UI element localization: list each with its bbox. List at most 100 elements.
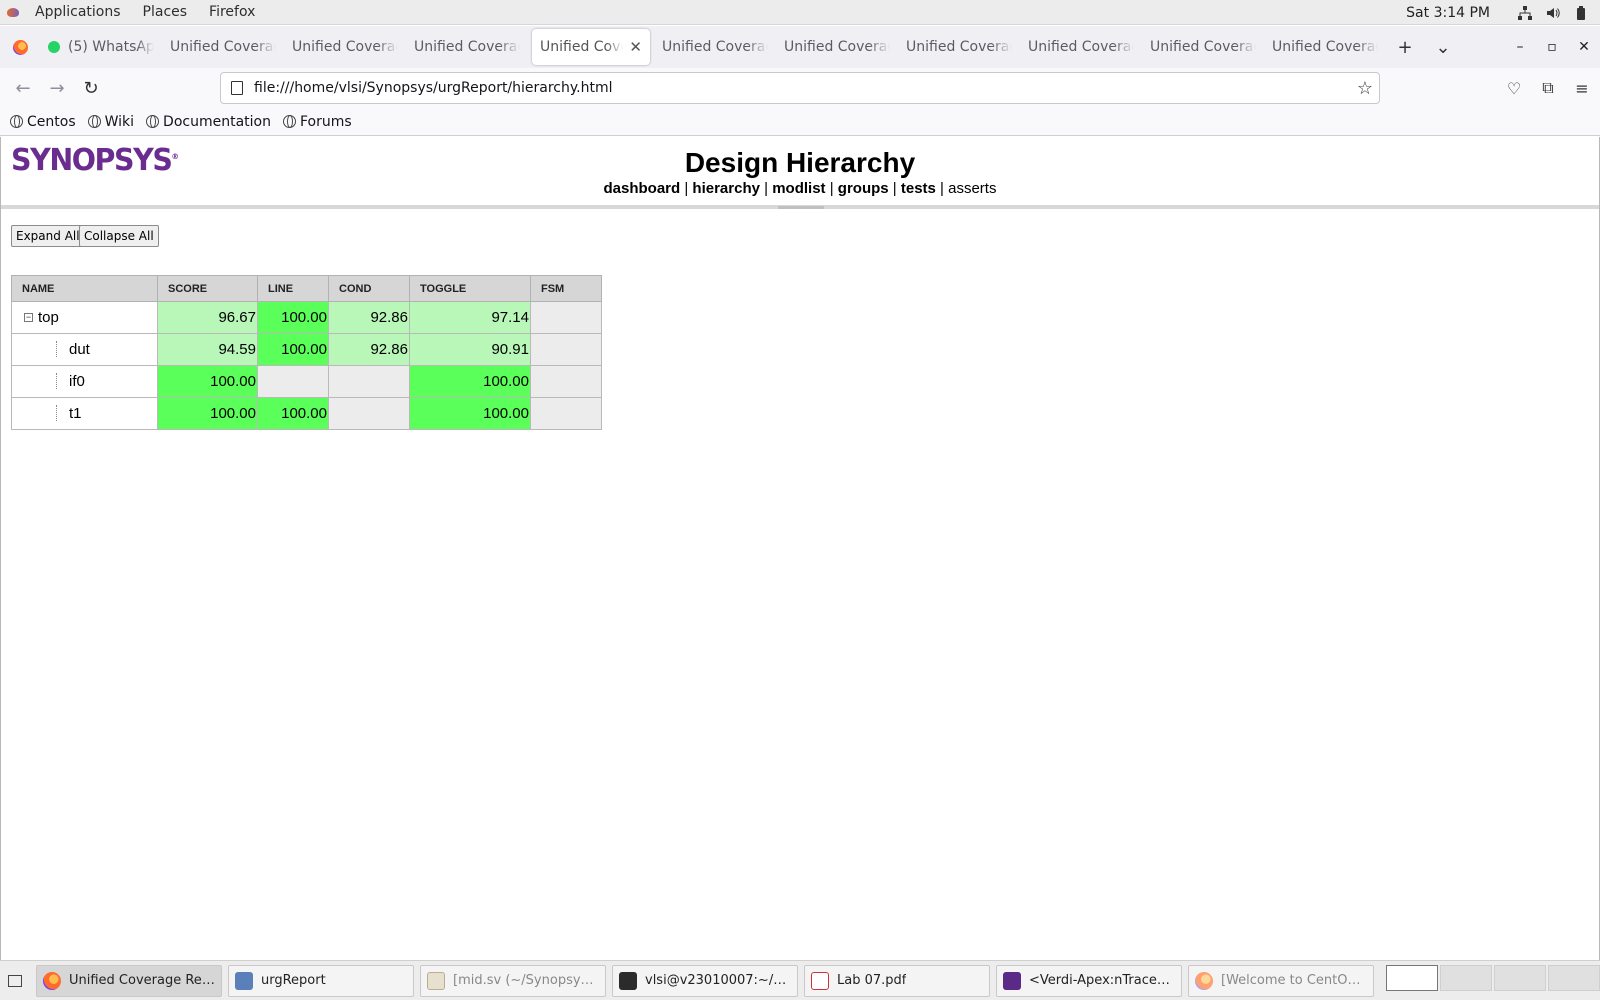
collapse-node-icon[interactable]: − [24, 313, 33, 322]
row-name-cell[interactable]: if0 [11, 365, 158, 398]
back-icon[interactable]: ← [6, 72, 40, 104]
tab-unified-coverage[interactable]: Unified Coverage [284, 29, 406, 65]
bookmarks-toolbar: Centos Wiki Documentation Forums [0, 108, 1600, 136]
row-name-cell[interactable]: t1 [11, 397, 158, 430]
task-firefox[interactable]: Unified Coverage Report... [36, 964, 222, 997]
firefox-view-icon[interactable] [0, 26, 40, 68]
workspace-3[interactable] [1494, 965, 1546, 991]
fsm-cell [530, 301, 602, 334]
column-header-toggle[interactable]: TOGGLE [409, 275, 531, 302]
expand-all-button[interactable]: Expand All [11, 225, 85, 247]
tab-unified-coverage-active[interactable]: Unified Cover ✕ [532, 29, 650, 65]
column-header-cond[interactable]: COND [328, 275, 410, 302]
url-bar[interactable]: file:///home/vlsi/Synopsys/urgReport/hie… [220, 72, 1380, 104]
show-desktop-icon[interactable] [0, 961, 30, 1001]
task-terminal[interactable]: vlsi@v23010007:~/Syn... [612, 964, 798, 997]
column-header-fsm[interactable]: FSM [530, 275, 602, 302]
tab-unified-coverage[interactable]: Unified Coverage [1142, 29, 1264, 65]
navigation-toolbar: ← → ↻ file:///home/vlsi/Synopsys/urgRepo… [0, 68, 1600, 108]
close-tab-icon[interactable]: ✕ [629, 38, 642, 56]
tab-strip: (5) WhatsApp Unified Coverage Unified Co… [0, 26, 1600, 68]
bookmark-forums[interactable]: Forums [282, 114, 352, 130]
nav-tests-link[interactable]: tests [901, 180, 936, 197]
nav-asserts-link[interactable]: asserts [948, 180, 996, 197]
system-top-bar: Applications Places Firefox Sat 3:14 PM [0, 0, 1600, 25]
task-firefox-centos[interactable]: [Welcome to CentOS —... [1188, 964, 1374, 997]
nav-dashboard-link[interactable]: dashboard [604, 180, 681, 197]
tab-whatsapp[interactable]: (5) WhatsApp [40, 29, 162, 65]
bookmark-star-icon[interactable]: ☆ [1357, 78, 1373, 99]
nav-hierarchy-link[interactable]: hierarchy [692, 180, 760, 197]
close-window-icon[interactable]: ✕ [1568, 39, 1600, 55]
cond-cell [328, 397, 410, 430]
reload-icon[interactable]: ↻ [74, 72, 108, 104]
task-pdf-viewer[interactable]: Lab 07.pdf [804, 964, 990, 997]
page-content: SYNOPSYS® Design Hierarchy dashboard | h… [0, 137, 1600, 963]
tab-unified-coverage[interactable]: Unified Coverage [898, 29, 1020, 65]
toggle-cell: 97.14 [409, 301, 531, 334]
cond-cell: 92.86 [328, 333, 410, 366]
line-cell [257, 365, 329, 398]
row-name-cell[interactable]: dut [11, 333, 158, 366]
page-icon [231, 81, 243, 95]
tab-unified-coverage[interactable]: Unified Coverage [406, 29, 528, 65]
maximize-icon[interactable]: ▫ [1536, 39, 1568, 55]
bookmark-wiki[interactable]: Wiki [87, 114, 134, 130]
nav-modlist-link[interactable]: modlist [772, 180, 825, 197]
score-cell: 94.59 [157, 333, 258, 366]
minimize-icon[interactable]: – [1504, 39, 1536, 55]
extensions-icon[interactable]: ⧉ [1538, 78, 1558, 98]
tree-connector [56, 405, 57, 421]
tree-connector [56, 373, 57, 389]
hierarchy-table: NAME SCORE LINE COND TOGGLE FSM − top 96.… [11, 275, 602, 430]
task-gedit[interactable]: [mid.sv (~/Synopsys) - g... [420, 964, 606, 997]
pocket-icon[interactable]: ♡ [1504, 79, 1524, 98]
table-header-row: NAME SCORE LINE COND TOGGLE FSM [11, 275, 602, 302]
firefox-menu[interactable]: Firefox [198, 4, 266, 20]
frame-divider-handle[interactable] [778, 206, 824, 209]
list-all-tabs-icon[interactable]: ⌄ [1424, 29, 1462, 65]
tab-unified-coverage[interactable]: Unified Coverage [654, 29, 776, 65]
task-verdi[interactable]: <Verdi-Apex:nTraceMain:... [996, 964, 1182, 997]
forward-icon[interactable]: → [40, 72, 74, 104]
bookmark-centos[interactable]: Centos [10, 114, 76, 130]
workspace-switcher [1386, 965, 1600, 997]
row-name-cell[interactable]: − top [11, 301, 158, 334]
battery-icon[interactable] [1574, 5, 1588, 20]
table-row: t1 100.00 100.00 100.00 [11, 397, 602, 430]
tab-unified-coverage[interactable]: Unified Coverage [162, 29, 284, 65]
toggle-cell: 100.00 [409, 365, 531, 398]
applications-icon [6, 5, 28, 19]
page-title: Design Hierarchy [684, 147, 916, 178]
tab-unified-coverage[interactable]: Unified Coverage [1020, 29, 1142, 65]
new-tab-icon[interactable]: + [1386, 29, 1424, 65]
url-text[interactable]: file:///home/vlsi/Synopsys/urgReport/hie… [254, 80, 613, 96]
tab-unified-coverage[interactable]: Unified Coverage [1264, 29, 1386, 65]
nav-groups-link[interactable]: groups [838, 180, 889, 197]
network-icon[interactable] [1518, 5, 1532, 20]
workspace-1[interactable] [1386, 965, 1438, 991]
tab-unified-coverage[interactable]: Unified Coverage [776, 29, 898, 65]
collapse-all-button[interactable]: Collapse All [79, 225, 159, 247]
line-cell: 100.00 [257, 333, 329, 366]
column-header-line[interactable]: LINE [257, 275, 329, 302]
column-header-score[interactable]: SCORE [157, 275, 258, 302]
task-urgreport-folder[interactable]: urgReport [228, 964, 414, 997]
column-header-name[interactable]: NAME [11, 275, 158, 302]
line-cell: 100.00 [257, 301, 329, 334]
globe-icon [87, 115, 101, 128]
applications-menu[interactable]: Applications [24, 4, 132, 20]
volume-icon[interactable] [1546, 6, 1560, 20]
workspace-2[interactable] [1440, 965, 1492, 991]
places-menu[interactable]: Places [132, 4, 199, 20]
firefox-icon [43, 971, 61, 990]
workspace-4[interactable] [1548, 965, 1600, 991]
globe-icon [10, 115, 23, 128]
text-editor-icon [427, 971, 445, 990]
tree-connector [56, 341, 57, 357]
score-cell: 100.00 [157, 365, 258, 398]
verdi-icon [1003, 971, 1021, 990]
app-menu-icon[interactable]: ≡ [1572, 79, 1592, 98]
clock[interactable]: Sat 3:14 PM [1406, 5, 1490, 21]
bookmark-documentation[interactable]: Documentation [146, 114, 271, 130]
